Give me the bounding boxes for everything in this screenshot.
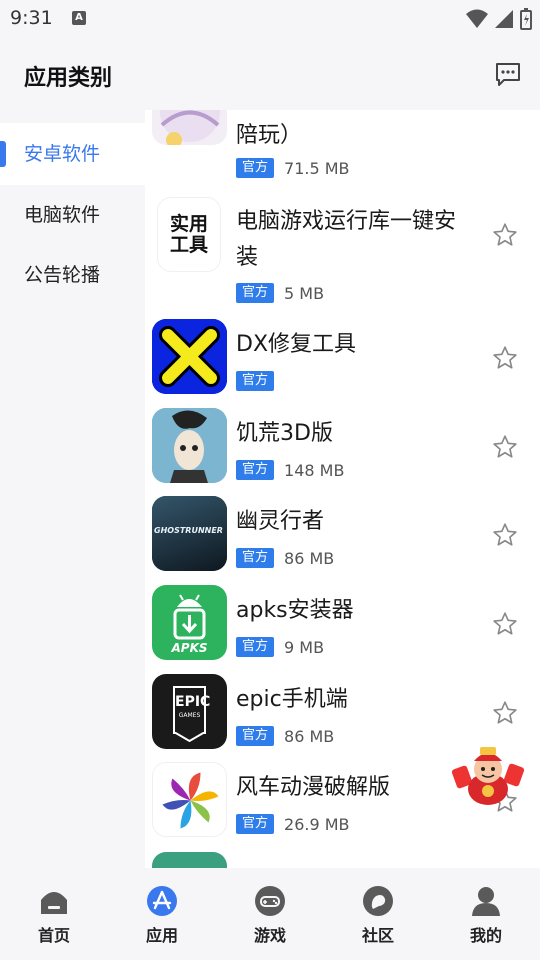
app-meta: 官方 86 MB <box>236 548 334 568</box>
icon-text: GAMES <box>178 712 201 719</box>
official-badge: 官方 <box>236 283 275 303</box>
app-meta: 官方 26.9 MB <box>236 814 350 834</box>
app-meta: 官方 86 MB <box>236 726 334 746</box>
nav-home[interactable]: 首页 <box>0 868 108 960</box>
list-item[interactable]: DX修复工具 官方 <box>145 319 540 407</box>
star-icon[interactable] <box>492 700 518 726</box>
icon-text: APKS <box>171 641 208 655</box>
app-meta: 官方 9 MB <box>236 637 324 657</box>
app-icon <box>152 762 227 837</box>
nav-community[interactable]: 社区 <box>324 868 432 960</box>
active-indicator <box>0 141 6 167</box>
official-badge: 官方 <box>236 548 275 568</box>
sidebar-item-pc[interactable]: 电脑软件 <box>0 184 145 246</box>
app-size: 86 MB <box>284 726 335 746</box>
sidebar-item-label: 电脑软件 <box>24 204 101 226</box>
mascot-floating-icon[interactable] <box>450 745 526 807</box>
official-badge: 官方 <box>236 726 275 746</box>
official-badge: 官方 <box>236 158 275 178</box>
star-icon[interactable] <box>492 522 518 548</box>
list-item[interactable]: GHOSTRUNNER 幽灵行者 官方 86 MB <box>145 496 540 584</box>
nav-label: 游戏 <box>253 926 286 945</box>
official-badge: 官方 <box>236 460 275 480</box>
app-name: 电脑游戏运行库一键安装 <box>236 209 457 270</box>
icon-text: GHOSTRUNNER <box>154 526 223 535</box>
signal-icon <box>495 10 513 28</box>
sidebar-item-android[interactable]: 安卓软件 <box>0 123 145 185</box>
list-item[interactable]: 饥荒3D版 官方 148 MB <box>145 408 540 496</box>
nav-games[interactable]: 游戏 <box>216 868 324 960</box>
app-header: 应用类别 <box>0 38 540 110</box>
nav-profile[interactable]: 我的 <box>432 868 540 960</box>
nav-label: 应用 <box>145 926 178 945</box>
star-icon[interactable] <box>492 345 518 371</box>
app-meta: 官方 71.5 MB <box>236 158 350 178</box>
star-icon[interactable] <box>492 611 518 637</box>
icon-text: EPIC <box>175 694 211 710</box>
official-badge: 官方 <box>236 637 275 657</box>
app-name: epic手机端 <box>236 687 348 712</box>
message-icon[interactable] <box>494 60 522 88</box>
app-meta: 官方 <box>236 371 275 391</box>
list-item[interactable] <box>145 852 540 868</box>
icon-text: 工具 <box>169 234 208 256</box>
wifi-icon <box>466 9 488 28</box>
app-icon <box>152 319 227 394</box>
category-sidebar: 安卓软件 电脑软件 公告轮播 <box>0 110 145 868</box>
app-size: 71.5 MB <box>284 158 350 178</box>
app-meta: 官方 148 MB <box>236 460 344 480</box>
app-name: 饥荒3D版 <box>236 421 333 446</box>
app-name: 风车动漫破解版 <box>236 775 391 800</box>
sidebar-item-announcements[interactable]: 公告轮播 <box>0 244 145 306</box>
app-size: 26.9 MB <box>284 814 350 834</box>
sidebar-item-label: 公告轮播 <box>24 264 101 286</box>
list-item[interactable]: 实用 工具 电脑游戏运行库一键安装 官方 5 MB <box>145 192 540 307</box>
app-icon <box>152 408 227 483</box>
nav-label: 社区 <box>361 926 394 945</box>
star-icon[interactable] <box>492 434 518 460</box>
official-badge: 官方 <box>236 814 275 834</box>
nav-label: 我的 <box>469 926 502 945</box>
app-icon: 实用 工具 <box>157 197 221 272</box>
app-size: 148 MB <box>284 460 345 480</box>
battery-icon <box>520 8 532 30</box>
app-size: 9 MB <box>284 637 325 657</box>
app-store-icon <box>147 886 177 916</box>
nav-label: 首页 <box>37 926 70 945</box>
app-size: 86 MB <box>284 548 335 568</box>
page-title: 应用类别 <box>24 66 113 91</box>
nav-apps[interactable]: 应用 <box>108 868 216 960</box>
chat-bubble-icon <box>363 886 393 916</box>
app-name: 幽灵行者 <box>236 509 325 534</box>
app-size: 5 MB <box>284 283 325 303</box>
icon-text: 实用 <box>169 213 208 235</box>
gamepad-icon <box>255 886 285 916</box>
app-icon: EPIC GAMES <box>152 674 227 749</box>
app-icon: APKS <box>152 585 227 660</box>
sidebar-item-label: 安卓软件 <box>24 143 101 165</box>
list-item[interactable]: 陪玩） 官方 71.5 MB <box>145 110 540 180</box>
bottom-nav: 首页 应用 游戏 社区 我的 <box>0 868 540 960</box>
official-badge: 官方 <box>236 371 275 391</box>
app-name: 陪玩） <box>236 123 303 148</box>
app-icon: GHOSTRUNNER <box>152 496 227 571</box>
notification-a-icon: A <box>72 11 86 25</box>
status-icons <box>466 8 532 30</box>
home-icon <box>41 892 67 914</box>
app-name: DX修复工具 <box>236 332 357 357</box>
app-icon <box>152 852 227 868</box>
status-bar: 9:31 A <box>0 0 540 38</box>
star-icon[interactable] <box>492 222 518 248</box>
list-item[interactable]: APKS apks安装器 官方 9 MB <box>145 585 540 673</box>
status-time: 9:31 <box>10 7 53 29</box>
app-icon <box>152 110 227 145</box>
app-meta: 官方 5 MB <box>236 283 324 303</box>
user-icon <box>472 887 500 916</box>
app-name: apks安装器 <box>236 598 354 623</box>
